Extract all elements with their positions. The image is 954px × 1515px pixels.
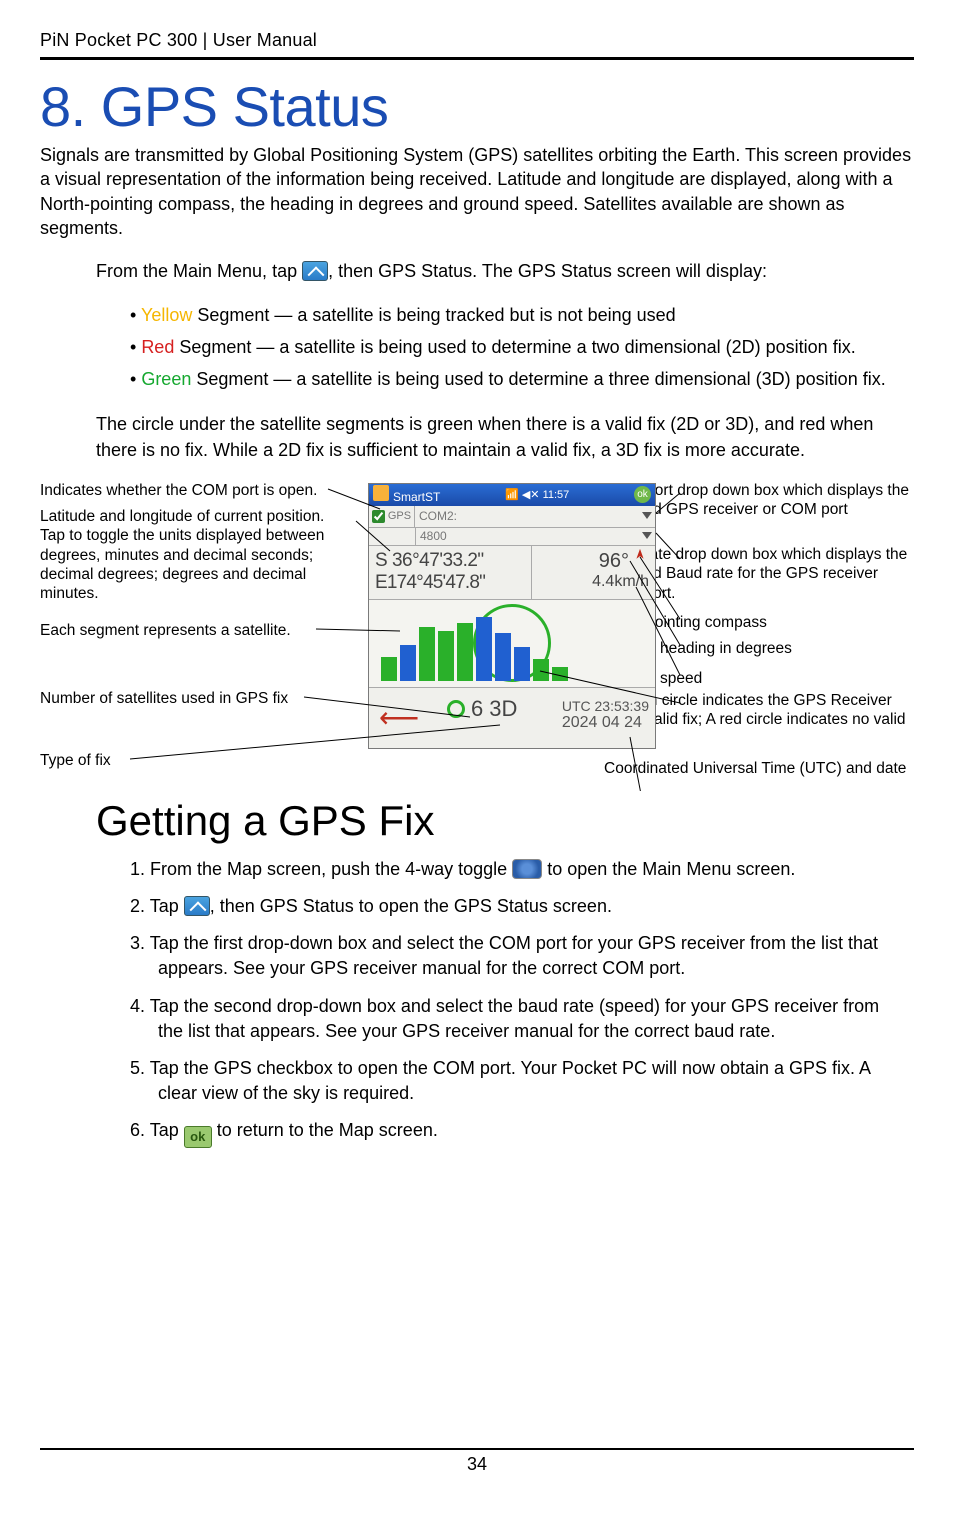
signal-time: 📶 ◀✕ 11:57 [505, 488, 569, 501]
step-2: 2. Tap , then GPS Status to open the GPS… [130, 894, 914, 919]
diagram-area: Indicates whether the COM port is open. … [40, 481, 914, 791]
yellow-rest: Segment — a satellite is being tracked b… [192, 305, 675, 325]
bullet-yellow: • Yellow Segment — a satellite is being … [130, 302, 914, 328]
step-4: 4. Tap the second drop-down box and sele… [130, 994, 914, 1044]
baud-rate-dropdown[interactable]: 4800 [415, 528, 655, 545]
subtitle-getting-fix: Getting a GPS Fix [96, 797, 914, 845]
bullet-green: • Green Segment — a satellite is being u… [130, 366, 914, 392]
ss-titlebar: SmartST 📶 ◀✕ 11:57 ok [369, 484, 655, 506]
app-name: SmartST [393, 490, 440, 504]
page-header: PiN Pocket PC 300 | User Manual [40, 30, 914, 60]
label-com-open: Indicates whether the COM port is open. [40, 481, 317, 500]
step-5: 5. Tap the GPS checkbox to open the COM … [130, 1056, 914, 1106]
yellow-word: Yellow [141, 305, 192, 325]
green-word: Green [141, 369, 191, 389]
com-port-dropdown[interactable]: COM2: [415, 506, 655, 527]
satellite-bars [381, 617, 568, 681]
step-3: 3. Tap the first drop-down box and selec… [130, 931, 914, 981]
satellite-panel [369, 600, 655, 688]
step-5-cont: clear view of the sky is required. [158, 1081, 914, 1106]
green-rest: Segment — a satellite is being used to d… [191, 369, 885, 389]
step-6: 6. Tap ok to return to the Map screen. [130, 1118, 914, 1148]
step-1b: to open the Main Menu screen. [547, 859, 795, 879]
red-word: Red [141, 337, 174, 357]
bullet-red: • Red Segment — a satellite is being use… [130, 334, 914, 360]
step-2a: 2. Tap [130, 896, 184, 916]
step-1a: 1. From the Map screen, push the 4-way t… [130, 859, 512, 879]
utc-date: 2024 04 24 [562, 714, 649, 732]
red-rest: Segment — a satellite is being used to d… [174, 337, 855, 357]
maps-icon [184, 896, 210, 916]
step-2b: , then GPS Status to open the GPS Status… [210, 896, 612, 916]
step-6a: 6. Tap [130, 1120, 184, 1140]
chevron-down-icon [642, 532, 652, 539]
label-segment: Each segment represents a satellite. [40, 621, 291, 640]
maps-icon [302, 261, 328, 281]
ok-circle-icon[interactable]: ok [634, 486, 651, 503]
label-numsat: Number of satellites used in GPS fix [40, 689, 288, 708]
fix-count: 6 [471, 696, 483, 722]
fix-indicator-icon [447, 700, 465, 718]
latitude-value: S 36°47'33.2" [375, 550, 529, 572]
app-icon [373, 485, 389, 501]
compass-icon [631, 548, 649, 566]
step-4-text: 4. Tap the second drop-down box and sele… [130, 996, 879, 1016]
lead-post: , then GPS Status. The GPS Status screen… [328, 261, 767, 281]
chapter-title: 8. GPS Status [40, 74, 914, 139]
fix-type: 3D [489, 696, 517, 722]
label-utc: Coordinated Universal Time (UTC) and dat… [604, 759, 906, 778]
step-3-text: 3. Tap the first drop-down box and selec… [130, 933, 878, 953]
gps-checkbox-input[interactable] [372, 510, 385, 523]
toggle-icon [512, 859, 542, 879]
lead-pre: From the Main Menu, tap [96, 261, 302, 281]
ok-button-icon: ok [184, 1126, 212, 1148]
longitude-value: E174°45'47.8" [375, 572, 529, 594]
back-arrow-icon[interactable]: ⟵ [379, 701, 419, 734]
step-6b: to return to the Map screen. [212, 1120, 438, 1140]
steps-list: 1. From the Map screen, push the 4-way t… [130, 857, 914, 1149]
bottom-panel: ⟵ 6 3D UTC 23:53:39 2024 04 24 [369, 688, 655, 744]
label-fixtype: Type of fix [40, 751, 111, 770]
coords-panel[interactable]: S 36°47'33.2" E174°45'47.8" 96° 4.4km/h [369, 546, 655, 600]
chevron-down-icon [642, 512, 652, 519]
step-5-text: 5. Tap the GPS checkbox to open the COM … [130, 1058, 871, 1078]
step-1: 1. From the Map screen, push the 4-way t… [130, 857, 914, 882]
label-latlon: Latitude and longitude of current positi… [40, 507, 350, 604]
step-4-cont: the list that appears. See your GPS rece… [158, 1019, 914, 1044]
circle-note: The circle under the satellite segments … [96, 411, 914, 463]
page-number: 34 [40, 1450, 914, 1475]
utc-time: UTC 23:53:39 [562, 698, 649, 714]
speed-value: 4.4km/h [534, 573, 653, 591]
lead-line: From the Main Menu, tap , then GPS Statu… [96, 258, 914, 284]
step-3-cont: appears. See your GPS receiver manual fo… [158, 956, 914, 981]
com-port-value: COM2: [419, 509, 457, 523]
clock-time: 11:57 [543, 489, 570, 501]
gps-checkbox[interactable]: GPS [369, 506, 415, 527]
gps-status-screenshot: SmartST 📶 ◀✕ 11:57 ok GPS COM2: 4800 S 3… [368, 483, 656, 749]
baud-rate-value: 4800 [420, 529, 447, 543]
intro-paragraph: Signals are transmitted by Global Positi… [40, 143, 914, 240]
gps-checkbox-label: GPS [388, 510, 411, 522]
